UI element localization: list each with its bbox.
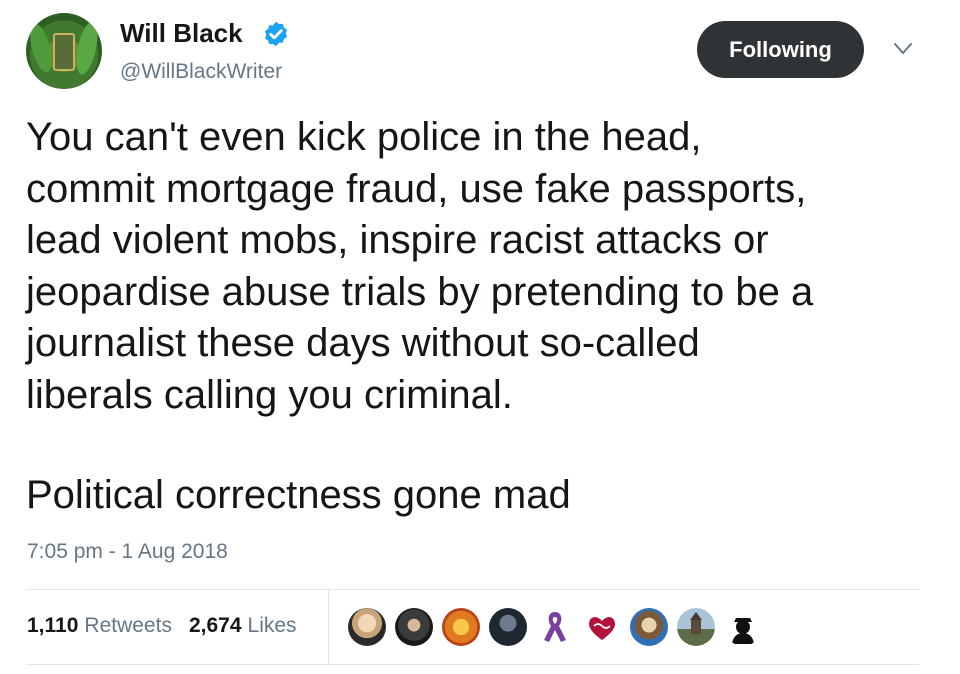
divider [26,589,920,590]
liker-avatars [348,607,771,647]
tweet-timestamp[interactable]: 7:05 pm - 1 Aug 2018 [27,540,228,564]
tweet-text: You can't even kick police in the head, … [26,115,814,417]
author-display-name[interactable]: Will Black [120,18,243,49]
avatar-door [53,33,75,71]
liker-avatar[interactable] [724,608,762,646]
liker-avatar[interactable] [395,608,433,646]
likes-count: 2,674 [188,614,242,637]
divider [26,664,920,665]
church-icon [690,612,702,634]
silhouette-icon [732,618,754,644]
likes-label: Likes [247,614,297,637]
retweets-label: Retweets [84,614,172,637]
liker-avatar[interactable] [630,608,668,646]
tweet-card: Will Black @WillBlackWriter Following Yo… [0,0,960,674]
purple-ribbon-icon [544,612,566,642]
heart-badge-icon [589,617,615,640]
divider [328,590,329,664]
retweets-count: 1,110 [27,614,79,637]
tweet-stats: 1,110 Retweets 2,674 Likes [27,614,297,638]
avatar-leaf [72,19,102,77]
liker-avatar[interactable] [536,608,574,646]
liker-avatar[interactable] [489,608,527,646]
avatar-leaf [26,21,57,75]
liker-avatar[interactable] [583,608,621,646]
liker-avatar[interactable] [442,608,480,646]
likes-stat[interactable]: 2,674 Likes [189,614,297,638]
tweet-text-closing: Political correctness gone mad [26,473,571,517]
liker-avatar[interactable] [348,608,386,646]
following-button[interactable]: Following [697,21,864,78]
liker-avatar[interactable] [677,608,715,646]
verified-badge-icon [265,21,287,47]
retweets-stat[interactable]: 1,110 Retweets [27,614,172,638]
author-avatar[interactable] [26,13,102,89]
chevron-down-icon[interactable] [893,42,913,56]
author-handle[interactable]: @WillBlackWriter [120,60,282,84]
